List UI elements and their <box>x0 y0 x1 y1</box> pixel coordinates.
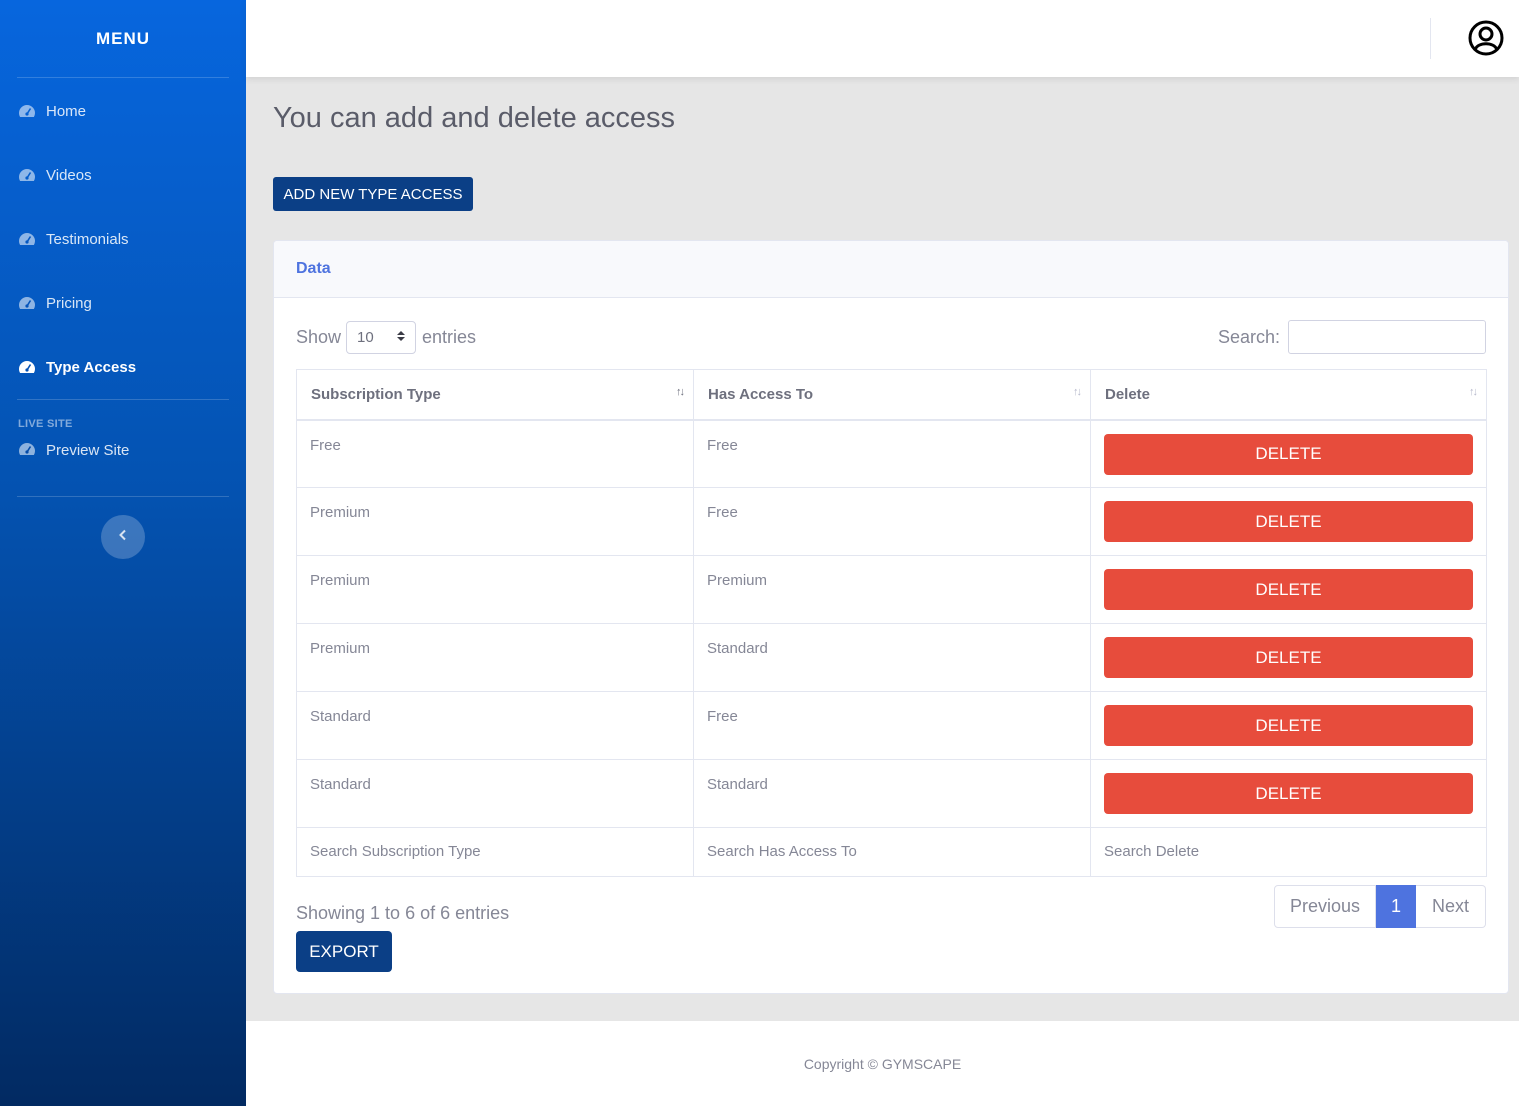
delete-button[interactable]: DELETE <box>1104 773 1473 814</box>
pagination-page-current[interactable]: 1 <box>1376 885 1416 928</box>
cell-delete: DELETE <box>1090 623 1487 692</box>
sidebar-brand[interactable]: MENU <box>0 0 246 77</box>
cell-subscription-type: Premium <box>296 623 694 692</box>
cell-subscription-type: Premium <box>296 487 694 556</box>
search-label: Search: <box>1217 326 1280 347</box>
access-table: Subscription Type ↑↓ Has Access To ↑↓ Dele… <box>296 369 1487 877</box>
cell-has-access-to: Free <box>693 691 1091 760</box>
cell-delete: DELETE <box>1090 487 1487 556</box>
table-row: Standard Standard DELETE <box>296 759 1487 828</box>
export-button[interactable]: EXPORT <box>296 931 392 972</box>
sidebar-item-label: Preview Site <box>46 442 130 459</box>
cell-subscription-type: Free <box>296 419 694 488</box>
copyright-text: Copyright © GYMSCAPE <box>803 1055 962 1072</box>
pagination: Previous 1 Next <box>1274 885 1486 928</box>
entries-label: entries <box>422 327 477 347</box>
tachometer-icon <box>18 360 36 374</box>
sidebar-item-preview-site[interactable]: Preview Site <box>0 438 246 496</box>
sidebar: MENU Home Videos Testimonials Pricing Ty… <box>0 0 246 1106</box>
cell-has-access-to: Premium <box>693 555 1091 624</box>
cell-delete: DELETE <box>1090 419 1487 488</box>
table-row: Premium Premium DELETE <box>296 555 1487 624</box>
delete-button[interactable]: DELETE <box>1104 569 1473 610</box>
sidebar-item-home[interactable]: Home <box>0 79 246 143</box>
table-search: Search: <box>1218 320 1486 354</box>
table-row: Premium Standard DELETE <box>296 623 1487 692</box>
sidebar-toggle-button[interactable] <box>101 515 145 559</box>
user-circle-icon[interactable] <box>1468 20 1504 56</box>
search-input[interactable] <box>1288 320 1486 354</box>
cell-delete: DELETE <box>1090 691 1487 760</box>
tachometer-icon <box>18 296 36 310</box>
chevron-left-icon <box>118 528 128 546</box>
entries-select-value: 10 <box>357 329 374 346</box>
tachometer-icon <box>18 168 36 182</box>
cell-delete: DELETE <box>1090 555 1487 624</box>
sort-icon: ↑↓ <box>1469 386 1478 398</box>
cell-has-access-to: Free <box>693 419 1091 488</box>
sidebar-item-label: Home <box>46 102 87 120</box>
sidebar-item-testimonials[interactable]: Testimonials <box>0 207 246 271</box>
topbar-divider <box>1430 18 1431 59</box>
page-title: You can add and delete access <box>273 102 676 134</box>
sort-updown-icon <box>397 329 406 346</box>
cell-has-access-to: Free <box>693 487 1091 556</box>
sort-icon: ↑↓ <box>676 386 685 398</box>
delete-button[interactable]: DELETE <box>1104 705 1473 746</box>
sidebar-item-videos[interactable]: Videos <box>0 143 246 207</box>
table-info: Showing 1 to 6 of 6 entries <box>296 903 510 923</box>
column-header-subscription-type[interactable]: Subscription Type ↑↓ <box>296 369 694 421</box>
delete-button[interactable]: DELETE <box>1104 637 1473 678</box>
sidebar-item-label: Pricing <box>46 294 92 312</box>
column-search-row: Search Subscription Type Search Has Acce… <box>296 827 1487 877</box>
cell-subscription-type: Standard <box>296 759 694 828</box>
show-label: Show <box>296 327 342 347</box>
cell-subscription-type: Standard <box>296 691 694 760</box>
sidebar-item-label: Testimonials <box>46 230 129 248</box>
sidebar-section-heading: LIVE SITE <box>18 418 73 430</box>
sidebar-divider <box>17 496 229 497</box>
cell-subscription-type: Premium <box>296 555 694 624</box>
pagination-previous[interactable]: Previous <box>1274 885 1376 928</box>
cell-delete: DELETE <box>1090 759 1487 828</box>
tachometer-icon <box>18 442 36 456</box>
column-header-delete[interactable]: Delete ↑↓ <box>1090 369 1487 421</box>
search-delete-field[interactable]: Search Delete <box>1090 827 1487 877</box>
entries-length-control: Show 10 entries <box>296 321 476 354</box>
column-header-label: Subscription Type <box>311 385 441 403</box>
sort-icon: ↑↓ <box>1073 386 1082 398</box>
card-title: Data <box>274 241 1508 298</box>
delete-button[interactable]: DELETE <box>1104 501 1473 542</box>
cell-has-access-to: Standard <box>693 623 1091 692</box>
pagination-next[interactable]: Next <box>1416 885 1486 928</box>
column-header-has-access-to[interactable]: Has Access To ↑↓ <box>693 369 1091 421</box>
table-row: Premium Free DELETE <box>296 487 1487 556</box>
column-header-label: Delete <box>1105 385 1151 403</box>
table-header-row: Subscription Type ↑↓ Has Access To ↑↓ Dele… <box>296 369 1487 421</box>
add-type-access-button[interactable]: ADD NEW TYPE ACCESS <box>273 177 473 211</box>
sidebar-item-pricing[interactable]: Pricing <box>0 271 246 335</box>
cell-has-access-to: Standard <box>693 759 1091 828</box>
search-has-access-to-field[interactable]: Search Has Access To <box>693 827 1091 877</box>
table-row: Standard Free DELETE <box>296 691 1487 760</box>
sidebar-item-label: Type Access <box>46 358 137 376</box>
column-header-label: Has Access To <box>708 385 814 403</box>
sidebar-item-label: Videos <box>46 166 92 184</box>
search-subscription-type-field[interactable]: Search Subscription Type <box>296 827 694 877</box>
tachometer-icon <box>18 104 36 118</box>
data-card: Data Show 10 entries Search: Subscriptio… <box>273 240 1509 994</box>
footer: Copyright © GYMSCAPE <box>246 1021 1519 1106</box>
delete-button[interactable]: DELETE <box>1104 433 1473 475</box>
topbar <box>246 0 1519 77</box>
table-row: Free Free DELETE <box>296 419 1487 488</box>
entries-select[interactable]: 10 <box>346 321 417 354</box>
sidebar-item-type-access[interactable]: Type Access <box>0 335 246 399</box>
tachometer-icon <box>18 232 36 246</box>
